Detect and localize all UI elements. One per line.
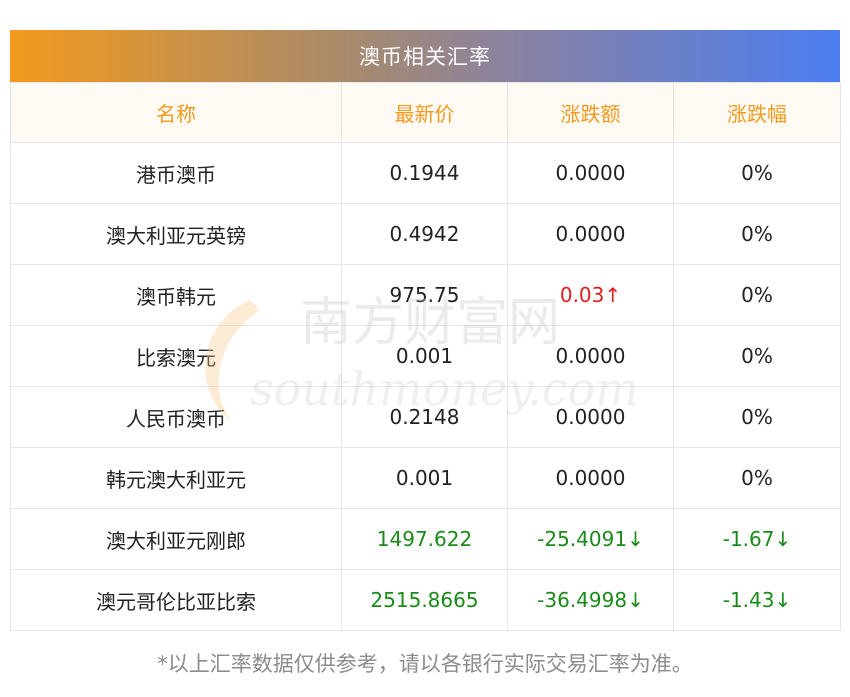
table-row: 比索澳元 0.001 0.0000 0% (10, 325, 841, 387)
cell-change: 0.0000 (507, 142, 674, 204)
cell-price: 975.75 (341, 264, 508, 326)
cell-pct: -1.43↓ (673, 569, 841, 631)
cell-name: 人民币澳币 (10, 386, 342, 448)
cell-change: -36.4998↓ (507, 569, 674, 631)
cell-price: 0.4942 (341, 203, 508, 265)
table-row: 韩元澳大利亚元 0.001 0.0000 0% (10, 447, 841, 509)
cell-price: 0.2148 (341, 386, 508, 448)
header-price: 最新价 (341, 82, 508, 143)
cell-name: 韩元澳大利亚元 (10, 447, 342, 509)
table-row: 澳元哥伦比亚比索 2515.8665 -36.4998↓ -1.43↓ (10, 569, 841, 631)
table-header-row: 名称 最新价 涨跌额 涨跌幅 (10, 82, 841, 143)
cell-change: 0.03↑ (507, 264, 674, 326)
cell-pct: 0% (673, 264, 841, 326)
cell-name: 澳元哥伦比亚比索 (10, 569, 342, 631)
cell-change: 0.0000 (507, 447, 674, 509)
cell-price: 1497.622 (341, 508, 508, 570)
cell-price: 0.1944 (341, 142, 508, 204)
cell-change: -25.4091↓ (507, 508, 674, 570)
rates-panel: 澳币相关汇率 名称 最新价 涨跌额 涨跌幅 港币澳币 0.1944 0.0000 0%… (10, 30, 841, 631)
cell-price: 0.001 (341, 325, 508, 387)
cell-pct: 0% (673, 142, 841, 204)
header-name: 名称 (10, 82, 342, 143)
header-pct: 涨跌幅 (673, 82, 841, 143)
table-row: 人民币澳币 0.2148 0.0000 0% (10, 386, 841, 448)
cell-pct: 0% (673, 447, 841, 509)
cell-change: 0.0000 (507, 386, 674, 448)
cell-pct: -1.67↓ (673, 508, 841, 570)
cell-name: 比索澳元 (10, 325, 342, 387)
table-row: 港币澳币 0.1944 0.0000 0% (10, 142, 841, 204)
panel-title-text: 澳币相关汇率 (359, 45, 491, 69)
table-row: 澳大利亚元英镑 0.4942 0.0000 0% (10, 203, 841, 265)
cell-name: 澳币韩元 (10, 264, 342, 326)
cell-change: 0.0000 (507, 203, 674, 265)
disclaimer-note: *以上汇率数据仅供参考，请以各银行实际交易汇率为准。 (157, 652, 693, 676)
cell-pct: 0% (673, 203, 841, 265)
cell-pct: 0% (673, 325, 841, 387)
table-row: 澳币韩元 975.75 0.03↑ 0% (10, 264, 841, 326)
rates-table: 名称 最新价 涨跌额 涨跌幅 港币澳币 0.1944 0.0000 0% 澳大利亚元英镑… (10, 82, 841, 631)
cell-name: 港币澳币 (10, 142, 342, 204)
cell-change: 0.0000 (507, 325, 674, 387)
header-change: 涨跌额 (507, 82, 674, 143)
cell-pct: 0% (673, 386, 841, 448)
cell-name: 澳大利亚元英镑 (10, 203, 342, 265)
table-row: 澳大利亚元刚郎 1497.622 -25.4091↓ -1.67↓ (10, 508, 841, 570)
panel-title: 澳币相关汇率 (10, 30, 840, 82)
cell-price: 2515.8665 (341, 569, 508, 631)
cell-name: 澳大利亚元刚郎 (10, 508, 342, 570)
cell-price: 0.001 (341, 447, 508, 509)
